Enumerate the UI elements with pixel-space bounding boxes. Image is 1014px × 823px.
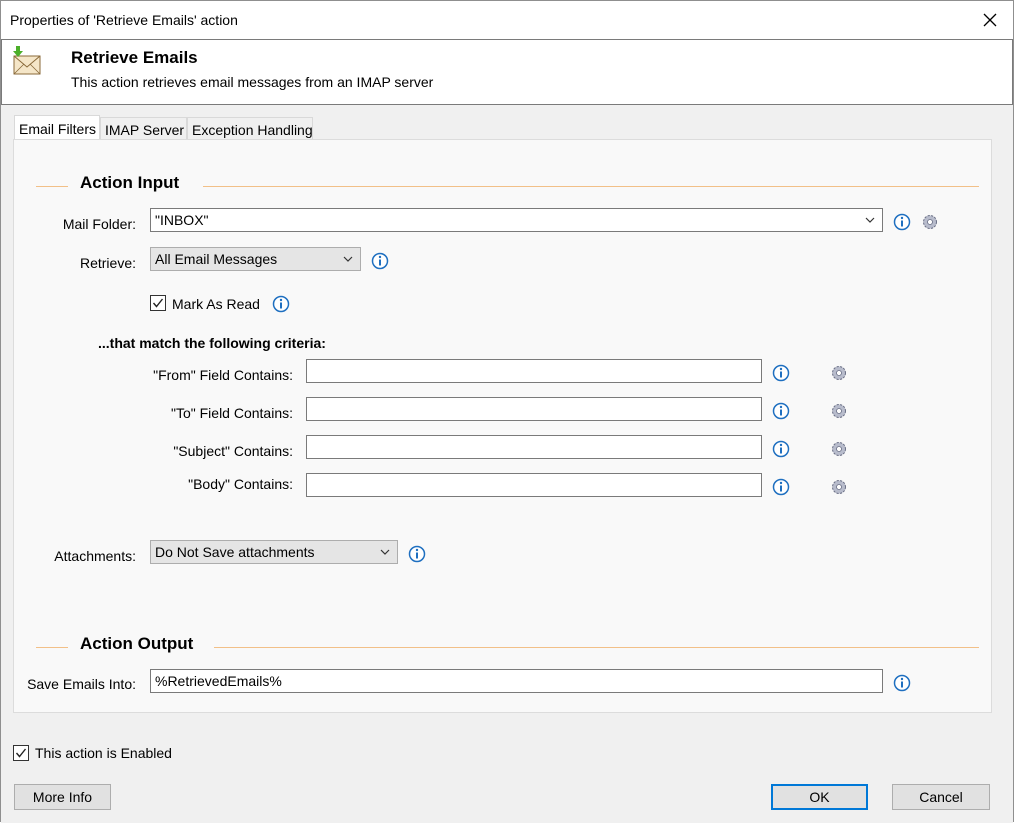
info-icon[interactable] (408, 545, 426, 563)
more-info-button[interactable]: More Info (14, 784, 111, 810)
info-icon[interactable] (772, 364, 790, 382)
title-bar: Properties of 'Retrieve Emails' action (1, 1, 1013, 39)
action-description: This action retrieves email messages fro… (71, 74, 434, 90)
close-icon (983, 13, 997, 27)
checkmark-icon (15, 748, 27, 758)
mail-folder-label: Mail Folder: (62, 216, 136, 232)
section-divider (36, 647, 68, 648)
attachments-label: Attachments: (54, 548, 136, 564)
criteria-heading: ...that match the following criteria: (98, 335, 326, 351)
chevron-down-icon (343, 256, 353, 262)
tab-exception-handling[interactable]: Exception Handling (187, 117, 313, 141)
action-title: Retrieve Emails (71, 48, 198, 67)
chevron-down-icon (865, 217, 875, 223)
save-emails-label: Save Emails Into: (27, 676, 136, 692)
gear-icon[interactable] (830, 402, 848, 420)
mark-as-read-checkbox[interactable] (150, 295, 166, 311)
subject-label: "Subject" Contains: (173, 443, 293, 459)
action-enabled-label: This action is Enabled (35, 745, 172, 761)
info-icon[interactable] (893, 213, 911, 231)
action-input-heading: Action Input (80, 173, 180, 192)
ok-button[interactable]: OK (771, 784, 868, 810)
info-icon[interactable] (893, 674, 911, 692)
body-label: "Body" Contains: (188, 476, 293, 492)
gear-icon[interactable] (830, 364, 848, 382)
window-title: Properties of 'Retrieve Emails' action (10, 12, 238, 28)
close-button[interactable] (967, 1, 1013, 39)
retrieve-label: Retrieve: (79, 255, 136, 271)
action-header: Retrieve Emails This action retrieves em… (1, 39, 1013, 105)
gear-icon[interactable] (830, 478, 848, 496)
from-label: "From" Field Contains: (153, 367, 293, 383)
body-input[interactable] (306, 473, 762, 497)
info-icon[interactable] (772, 402, 790, 420)
info-icon[interactable] (272, 295, 290, 313)
gear-icon[interactable] (921, 213, 939, 231)
action-output-heading: Action Output (80, 634, 194, 653)
gear-icon[interactable] (830, 440, 848, 458)
email-download-icon (13, 46, 41, 75)
checkmark-icon (152, 298, 164, 308)
section-divider (36, 186, 68, 187)
info-icon[interactable] (772, 440, 790, 458)
mail-folder-combo[interactable]: "INBOX" (150, 208, 883, 232)
save-emails-input[interactable] (150, 669, 883, 693)
to-label: "To" Field Contains: (171, 405, 293, 421)
info-icon[interactable] (371, 252, 389, 270)
bottom-edge (1, 817, 1013, 823)
from-input[interactable] (306, 359, 762, 383)
to-input[interactable] (306, 397, 762, 421)
retrieve-combo[interactable]: All Email Messages (150, 247, 361, 271)
tab-email-filters[interactable]: Email Filters (14, 115, 100, 141)
tab-content-email-filters: Action Input Mail Folder: "INBOX" Retrie… (13, 139, 992, 713)
chevron-down-icon (380, 549, 390, 555)
subject-input[interactable] (306, 435, 762, 459)
info-icon[interactable] (772, 478, 790, 496)
attachments-combo[interactable]: Do Not Save attachments (150, 540, 398, 564)
mark-as-read-label: Mark As Read (172, 296, 260, 312)
section-divider (203, 186, 979, 187)
properties-dialog: Properties of 'Retrieve Emails' action R… (0, 0, 1014, 823)
section-divider (214, 647, 979, 648)
action-enabled-checkbox[interactable] (13, 745, 29, 761)
tab-imap-server[interactable]: IMAP Server (100, 117, 187, 141)
cancel-button[interactable]: Cancel (892, 784, 990, 810)
